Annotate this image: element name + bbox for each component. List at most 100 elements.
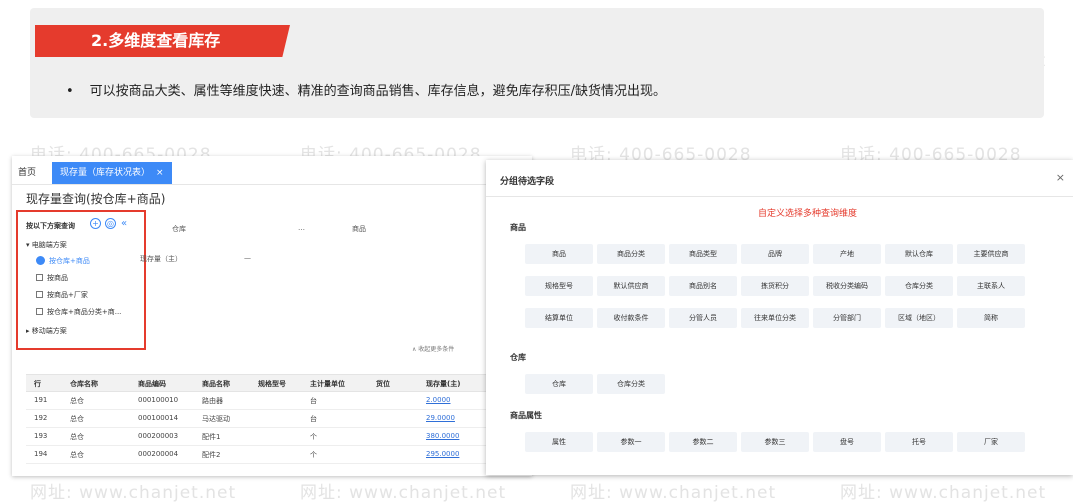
field-chip[interactable]: 仓库分类 (597, 374, 665, 394)
section-title: 2.多维度查看库存 (35, 25, 290, 57)
settings-icon[interactable]: ◎ (105, 218, 116, 229)
close-icon[interactable]: × (1056, 171, 1065, 184)
field-chip[interactable]: 税收分类编码 (813, 276, 881, 296)
section-heading: 商品 (510, 223, 526, 232)
table-cell: 配件2 (202, 451, 221, 459)
stock-field-label: 现存量（主） (140, 255, 182, 263)
field-chip[interactable]: 分管人员 (669, 308, 737, 328)
tab-stock-status[interactable]: 现存量（库存状况表） × (52, 162, 172, 184)
grouping-fields-dialog: 分组待选字段 × 自定义选择多种查询维度 商品 商品 商品分类 商品类型 品牌 产地 默认仓… (486, 160, 1073, 475)
watermark-site: 网址: www.chanjet.net (570, 483, 777, 503)
col-header[interactable]: 规格型号 (258, 379, 286, 389)
field-chip[interactable]: 仓库 (525, 374, 593, 394)
scheme-item-product-vendor[interactable]: 按商品+厂家 (36, 290, 88, 300)
table-row[interactable]: 191 总仓 000100010 路由器 台 2.0000 (26, 392, 496, 410)
field-chip[interactable]: 参数三 (741, 432, 809, 452)
field-chip[interactable]: 拣货积分 (741, 276, 809, 296)
field-chip[interactable]: 商品别名 (669, 276, 737, 296)
scheme-item-label: 按商品+厂家 (47, 291, 88, 299)
product-field-label: 商品 (352, 225, 366, 233)
field-chip[interactable]: 属性 (525, 432, 593, 452)
query-scheme-panel: 按以下方案查询 + ◎ « ▾ 电脑端方案 按仓库+商品 按商品 按商品+厂家 … (16, 210, 146, 350)
table-cell[interactable]: 2.0000 (426, 396, 451, 404)
tab-bar: 首页 现存量（库存状况表） × (12, 156, 532, 185)
scheme-icon (36, 291, 43, 298)
field-chip[interactable]: 厂家 (957, 432, 1025, 452)
table-cell: 马达驱动 (202, 415, 230, 423)
field-chip[interactable]: 收付款条件 (597, 308, 665, 328)
field-chip[interactable]: 主联系人 (957, 276, 1025, 296)
scheme-icon (36, 308, 43, 315)
scheme-header: 按以下方案查询 (26, 222, 75, 230)
field-chip[interactable]: 盘号 (813, 432, 881, 452)
field-chip[interactable]: 结算单位 (525, 308, 593, 328)
table-header: 行 仓库名称 商品编码 商品名称 规格型号 主计量单位 货位 现存量(主) (26, 374, 496, 392)
scheme-item-label: 按仓库+商品 (49, 257, 90, 265)
watermark-site: 网址: www.chanjet.net (30, 483, 237, 503)
col-header[interactable]: 商品编码 (138, 379, 166, 389)
divider (486, 196, 1073, 197)
table-cell: 个 (310, 451, 317, 459)
table-cell[interactable]: 29.0000 (426, 414, 455, 422)
watermark-site: 网址: www.chanjet.net (300, 483, 507, 503)
table-cell: 194 (34, 450, 48, 458)
scheme-icon (36, 274, 43, 281)
scheme-group-desktop[interactable]: ▾ 电脑端方案 (26, 240, 67, 250)
stock-table: 行 仓库名称 商品编码 商品名称 规格型号 主计量单位 货位 现存量(主) 19… (26, 374, 496, 464)
table-cell: 台 (310, 415, 317, 423)
add-icon[interactable]: + (90, 218, 101, 229)
field-chip[interactable]: 参数一 (597, 432, 665, 452)
scheme-item-product[interactable]: 按商品 (36, 273, 68, 283)
section-heading: 仓库 (510, 353, 526, 362)
table-cell[interactable]: 380.0000 (426, 432, 459, 440)
table-row[interactable]: 192 总仓 000100014 马达驱动 台 29.0000 (26, 410, 496, 428)
tab-home[interactable]: 首页 (18, 165, 36, 178)
field-chip[interactable]: 主要供应商 (957, 244, 1025, 264)
field-chip[interactable]: 默认仓库 (885, 244, 953, 264)
scheme-item-warehouse-category[interactable]: 按仓库+商品分类+商... (36, 307, 121, 317)
col-header[interactable]: 现存量(主) (426, 379, 460, 389)
collapse-icon[interactable]: « (121, 218, 127, 229)
table-body: 191 总仓 000100010 路由器台 2.0000 192 总仓 000100014 马达… (26, 392, 496, 464)
col-header[interactable]: 主计量单位 (310, 379, 345, 389)
table-cell[interactable]: 295.0000 (426, 450, 459, 458)
scheme-item-label: 按仓库+商品分类+商... (47, 308, 122, 316)
field-chip[interactable]: 商品类型 (669, 244, 737, 264)
col-header[interactable]: 商品名称 (202, 379, 230, 389)
field-chip[interactable]: 商品 (525, 244, 593, 264)
col-header: 行 (34, 380, 41, 388)
bullet-dot: • (66, 84, 74, 99)
field-chip[interactable]: 托号 (885, 432, 953, 452)
field-chip[interactable]: 区域（地区） (885, 308, 953, 328)
field-chip[interactable]: 分管部门 (813, 308, 881, 328)
table-cell: 000100010 (138, 396, 179, 404)
col-header[interactable]: 货位 (376, 379, 390, 389)
table-cell: 000200004 (138, 450, 179, 458)
tab-close-icon[interactable]: × (156, 168, 164, 178)
field-chip[interactable]: 简称 (957, 308, 1025, 328)
field-chip[interactable]: 规格型号 (525, 276, 593, 296)
table-cell: 191 (34, 396, 48, 404)
table-cell: 192 (34, 414, 48, 422)
table-cell: 总仓 (70, 415, 84, 423)
field-chip[interactable]: 产地 (813, 244, 881, 264)
table-cell: 个 (310, 433, 317, 441)
col-header[interactable]: 仓库名称 (70, 379, 98, 389)
more-icon[interactable]: … (298, 224, 305, 232)
field-chip[interactable]: 参数二 (669, 432, 737, 452)
scheme-group-desktop-label: 电脑端方案 (31, 241, 67, 249)
field-chip[interactable]: 商品分类 (597, 244, 665, 264)
page-title: 现存量查询(按仓库+商品) (26, 192, 166, 206)
scheme-item-warehouse-product[interactable]: 按仓库+商品 (36, 256, 90, 266)
table-row[interactable]: 193 总仓 000200003 配件1 个 380.0000 (26, 428, 496, 446)
field-chip[interactable]: 默认供应商 (597, 276, 665, 296)
scheme-group-mobile[interactable]: ▸ 移动端方案 (26, 326, 67, 336)
field-chip[interactable]: 仓库分类 (885, 276, 953, 296)
selected-icon (36, 256, 45, 265)
intro-bullet: • 可以按商品大类、属性等维度快速、精准的查询商品销售、库存信息，避免库存积压/缺… (66, 80, 666, 99)
collapse-conditions-button[interactable]: ∧ 收起更多条件 (412, 344, 454, 353)
field-chip[interactable]: 品牌 (741, 244, 809, 264)
field-chip[interactable]: 往来单位分类 (741, 308, 809, 328)
table-cell: 总仓 (70, 397, 84, 405)
table-row[interactable]: 194 总仓 000200004 配件2 个 295.0000 (26, 446, 496, 464)
